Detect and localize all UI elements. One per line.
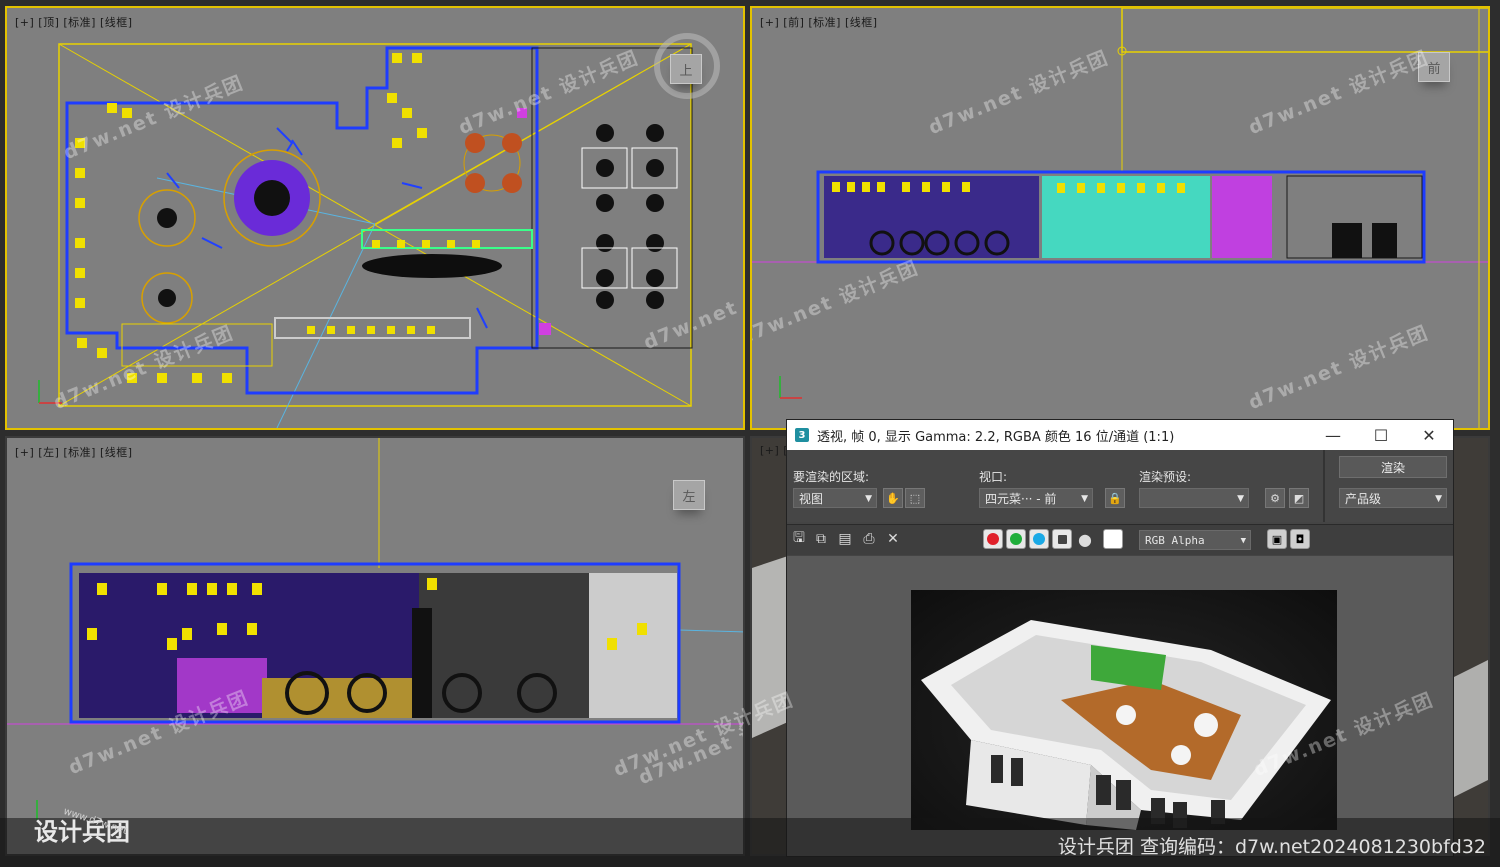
- render-quality-value: 产品级: [1345, 492, 1382, 506]
- area-to-render-value: 视图: [799, 492, 824, 506]
- rendered-image: [911, 590, 1337, 830]
- viewport-top[interactable]: [+] [顶] [标准] [线框] 上 d7w.net 设计兵团 d7w.net…: [5, 6, 745, 430]
- toggle-ui-icon[interactable]: ◘: [1290, 529, 1310, 549]
- query-code-text: 设计兵团 查询编码：d7w.net2024081230bfd32: [1057, 836, 1486, 858]
- chevron-down-icon: ▼: [1237, 494, 1244, 504]
- render-window-titlebar[interactable]: 3 透视, 帧 0, 显示 Gamma: 2.2, RGBA 颜色 16 位/通…: [787, 420, 1453, 450]
- render-preset-label: 渲染预设:: [1139, 470, 1192, 484]
- viewport-left[interactable]: [+] [左] [标准] [线框] 左 d7w.net 设计兵团 d7w.net…: [5, 436, 745, 856]
- channel-display-value: RGB Alpha: [1145, 534, 1205, 547]
- chevron-down-icon: ▼: [1435, 494, 1442, 504]
- red-channel-icon: [987, 533, 999, 545]
- chevron-down-icon: ▼: [1240, 536, 1246, 546]
- area-to-render-dropdown[interactable]: 视图 ▼: [793, 488, 877, 508]
- close-button[interactable]: ✕: [1405, 426, 1453, 445]
- lock-icon[interactable]: 🔒: [1105, 488, 1125, 508]
- green-channel-toggle[interactable]: [1006, 529, 1026, 549]
- clear-icon[interactable]: ✕: [885, 531, 901, 547]
- monochrome-icon[interactable]: ●: [1077, 530, 1093, 549]
- viewcube-top[interactable]: 上: [670, 54, 702, 84]
- maximize-button[interactable]: ☐: [1357, 426, 1405, 445]
- background-color-swatch[interactable]: [1103, 529, 1123, 549]
- blue-channel-toggle[interactable]: [1029, 529, 1049, 549]
- print-icon[interactable]: ⎙: [861, 531, 877, 547]
- render-preset-dropdown[interactable]: ▼: [1139, 488, 1249, 508]
- viewport-front[interactable]: [+] [前] [标准] [线框] 前 d7w.net 设计兵团 d7w.net…: [750, 6, 1490, 430]
- toggle-ui-overlay-icon[interactable]: ▣: [1267, 529, 1287, 549]
- render-button[interactable]: 渲染: [1339, 456, 1447, 478]
- viewcube-left[interactable]: 左: [673, 480, 705, 510]
- copy-icon[interactable]: ⧉: [813, 531, 829, 547]
- render-canvas[interactable]: [787, 556, 1453, 856]
- render-toolbar: 🖫 ⧉ ▤ ⎙ ✕ ● RGB Alpha ▼ ▣ ◘: [787, 524, 1453, 555]
- viewport-left-label[interactable]: [+] [左] [标准] [线框]: [15, 444, 133, 460]
- viewport-label: 视口:: [979, 470, 1008, 484]
- front-view-wireframe: [752, 8, 1488, 428]
- minimize-button[interactable]: —: [1309, 426, 1357, 445]
- viewport-top-label[interactable]: [+] [顶] [标准] [线框]: [15, 14, 133, 30]
- viewport-value: 四元菜··· - 前: [985, 492, 1057, 506]
- chevron-down-icon: ▼: [865, 494, 872, 504]
- edit-region-icon[interactable]: ✋: [883, 488, 903, 508]
- viewport-front-label[interactable]: [+] [前] [标准] [线框]: [760, 14, 878, 30]
- viewport-dropdown[interactable]: 四元菜··· - 前 ▼: [979, 488, 1093, 508]
- red-channel-toggle[interactable]: [983, 529, 1003, 549]
- auto-region-icon[interactable]: ⬚: [905, 488, 925, 508]
- chevron-down-icon: ▼: [1081, 494, 1088, 504]
- channel-display-dropdown[interactable]: RGB Alpha ▼: [1139, 530, 1251, 550]
- alpha-channel-icon: [1057, 534, 1067, 544]
- app-icon: 3: [795, 428, 809, 442]
- render-quality-dropdown[interactable]: 产品级 ▼: [1339, 488, 1447, 508]
- render-setup-icon[interactable]: ⚙: [1265, 488, 1285, 508]
- save-icon[interactable]: 🖫: [791, 530, 807, 547]
- rendered-store-model: [921, 620, 1331, 830]
- top-view-wireframe: [38, 33, 720, 428]
- render-settings-panel: 要渲染的区域: 视图 ▼ ✋ ⬚ 视口: 四元菜··· - 前 ▼ 🔒 渲染预设: …: [787, 450, 1453, 522]
- clone-icon[interactable]: ▤: [837, 531, 853, 547]
- environment-icon[interactable]: ◩: [1289, 488, 1309, 508]
- green-channel-icon: [1010, 533, 1022, 545]
- blue-channel-icon: [1033, 533, 1045, 545]
- render-frame-window[interactable]: 3 透视, 帧 0, 显示 Gamma: 2.2, RGBA 颜色 16 位/通…: [610, 419, 1454, 857]
- viewcube-front[interactable]: 前: [1418, 52, 1450, 82]
- render-window-title: 透视, 帧 0, 显示 Gamma: 2.2, RGBA 颜色 16 位/通道 …: [817, 429, 1175, 445]
- alpha-channel-toggle[interactable]: [1052, 529, 1072, 549]
- viewport-perspective-label[interactable]: [+] [: [760, 444, 788, 457]
- area-to-render-label: 要渲染的区域:: [793, 470, 870, 484]
- left-view-wireframe: [7, 438, 743, 820]
